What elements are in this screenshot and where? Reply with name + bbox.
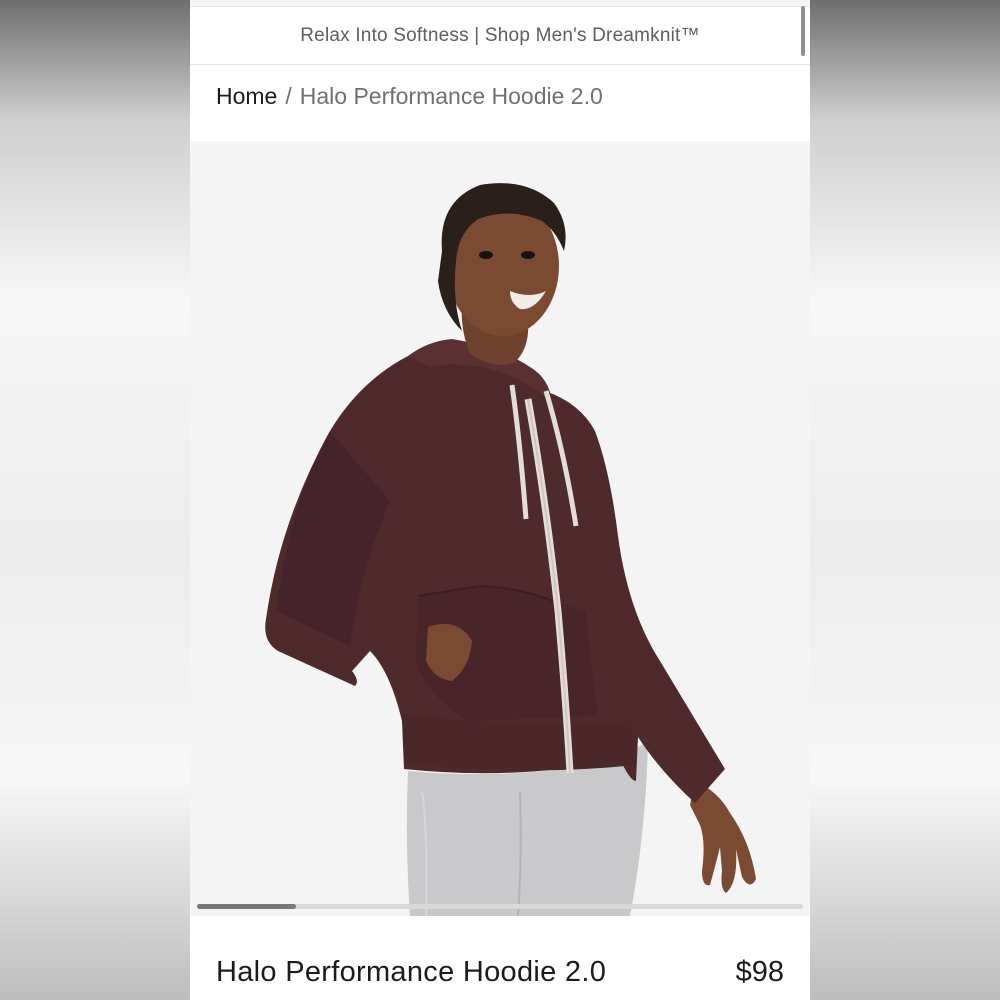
carousel-progress-thumb[interactable] bbox=[197, 904, 296, 909]
top-edge bbox=[190, 0, 810, 7]
promo-banner[interactable]: Relax Into Softness | Shop Men's Dreamkn… bbox=[190, 7, 810, 65]
promo-banner-text[interactable]: Relax Into Softness | Shop Men's Dreamkn… bbox=[300, 25, 699, 47]
breadcrumb-separator: / bbox=[285, 82, 292, 109]
breadcrumb-current: Halo Performance Hoodie 2.0 bbox=[299, 82, 603, 109]
product-summary: Halo Performance Hoodie 2.0 $98 bbox=[190, 916, 810, 1000]
image-carousel-progress[interactable] bbox=[197, 904, 803, 909]
product-title: Halo Performance Hoodie 2.0 bbox=[216, 956, 607, 988]
breadcrumb: Home / Halo Performance Hoodie 2.0 bbox=[216, 80, 603, 112]
product-price: $98 bbox=[735, 956, 784, 988]
breadcrumb-home-link[interactable]: Home bbox=[216, 83, 277, 110]
mobile-page: Relax Into Softness | Shop Men's Dreamkn… bbox=[190, 0, 810, 1000]
background-blur-right bbox=[810, 0, 1000, 1000]
background-blur-left bbox=[0, 0, 190, 1000]
product-photo-illustration bbox=[190, 141, 810, 916]
product-image[interactable] bbox=[190, 141, 810, 916]
